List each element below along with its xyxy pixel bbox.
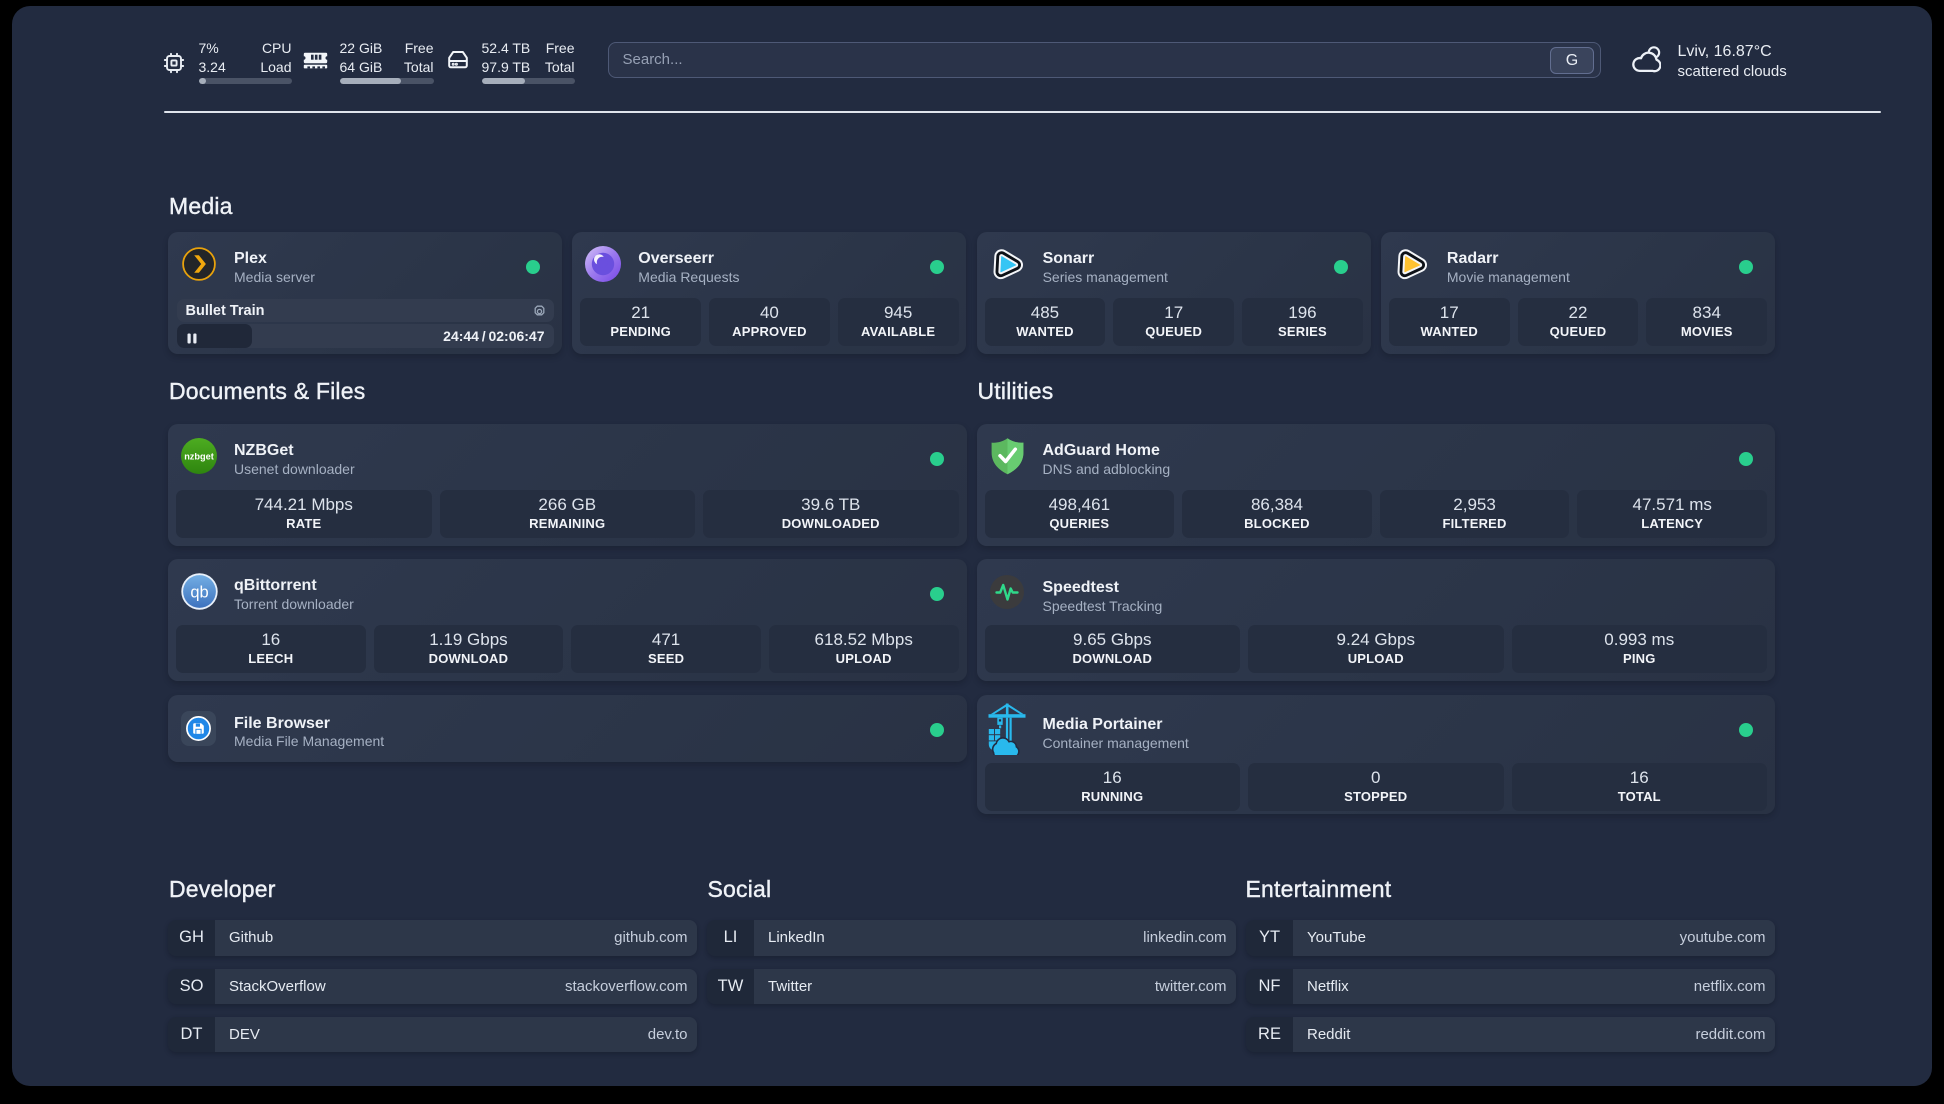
svg-text:qb: qb bbox=[190, 583, 208, 601]
svg-text:nzbget: nzbget bbox=[184, 452, 214, 462]
